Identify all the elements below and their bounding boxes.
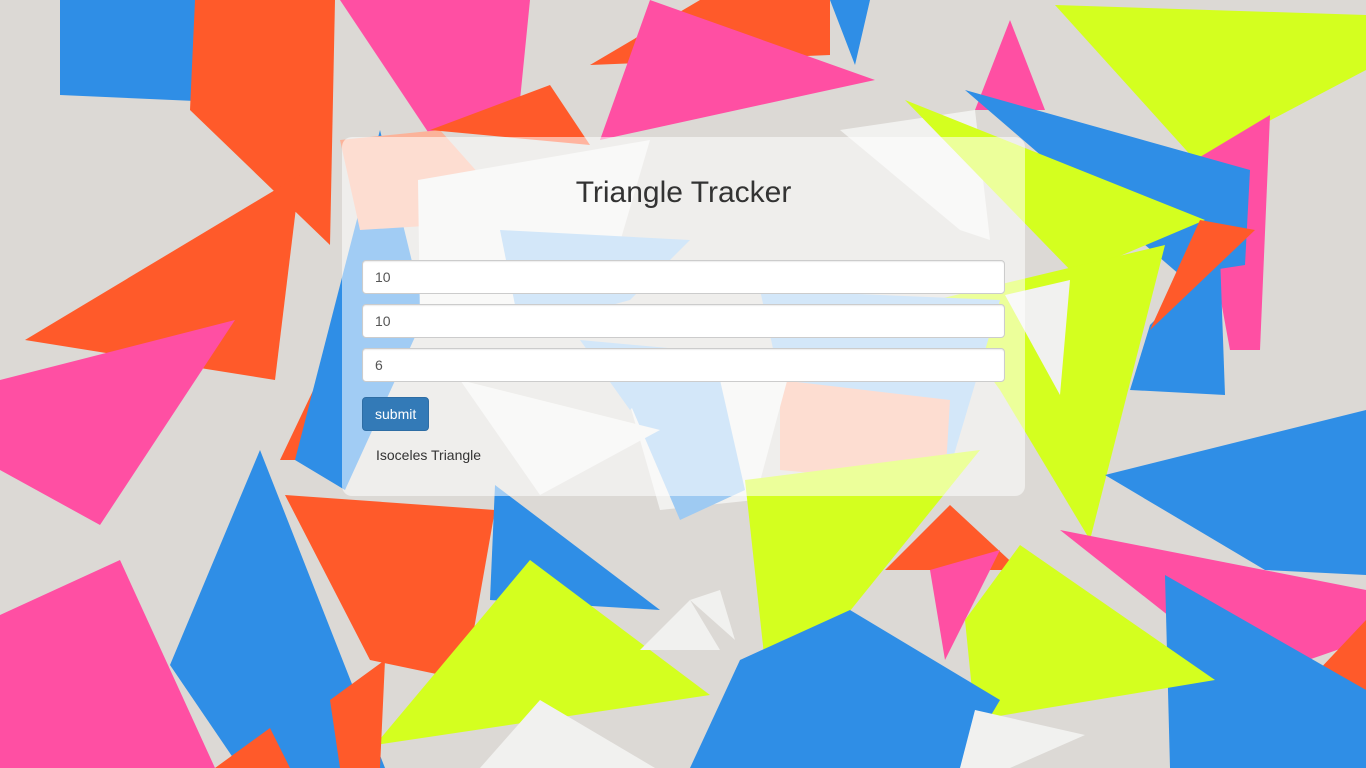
triangle-type-result: Isoceles Triangle bbox=[376, 447, 482, 463]
side-three-input[interactable] bbox=[362, 348, 1005, 382]
page-title: Triangle Tracker bbox=[575, 176, 792, 209]
triangle-form-panel: Triangle Tracker submit Isoceles Triangl… bbox=[342, 137, 1025, 496]
submit-button[interactable]: submit bbox=[362, 397, 430, 431]
side-two-input[interactable] bbox=[362, 304, 1005, 338]
side-one-input[interactable] bbox=[362, 260, 1005, 294]
